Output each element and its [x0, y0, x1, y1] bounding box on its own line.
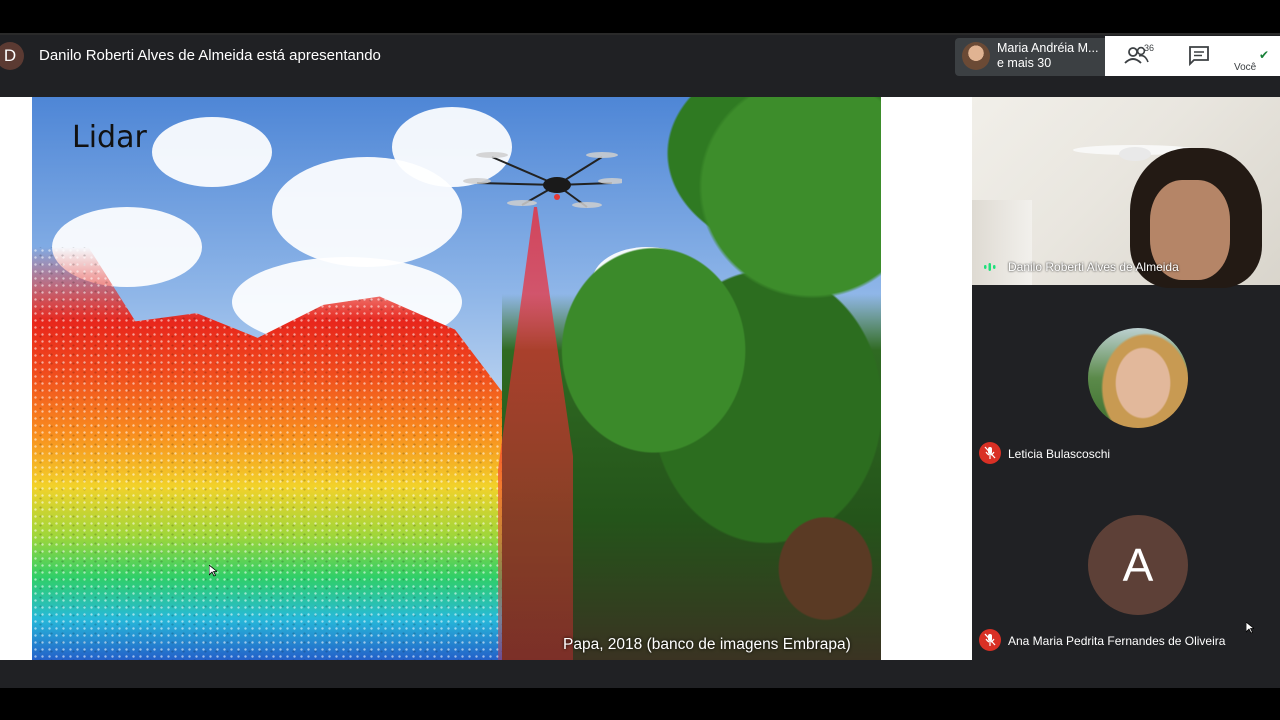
participant-name: Leticia Bulascoschi: [1008, 447, 1111, 461]
video-tile-name: Danilo Roberti Alves de Almeida: [1008, 260, 1179, 274]
participants-chip-label: Maria Andréia M... e mais 30: [997, 41, 1098, 71]
people-count: 36: [1144, 43, 1154, 53]
people-icon: 36: [1124, 43, 1154, 64]
slide-caption: Papa, 2018 (banco de imagens Embrapa): [563, 636, 851, 653]
mic-off-icon: [979, 629, 1001, 651]
participant-name: Ana Maria Pedrita Fernandes de Oliveira: [1008, 634, 1226, 648]
chat-button[interactable]: [1185, 44, 1213, 68]
participant-first-name: Maria Andréia M...: [997, 41, 1099, 55]
chat-icon: [1189, 46, 1209, 67]
presentation-slide: [32, 97, 881, 660]
bottom-black-band: [0, 688, 1280, 720]
mouse-pointer-icon: [1246, 622, 1254, 634]
checkmark-icon: ✔: [1259, 48, 1270, 62]
you-label: Você: [1234, 62, 1257, 73]
speaking-indicator-icon: [984, 263, 996, 271]
presenting-status: Danilo Roberti Alves de Almeida está apr…: [39, 47, 381, 64]
people-button[interactable]: 36: [1122, 42, 1160, 70]
participant-more-count: e mais 30: [997, 56, 1052, 70]
cloud: [152, 117, 272, 187]
top-black-band: [0, 0, 1280, 33]
slide-title: Lidar: [72, 120, 147, 155]
participant-photo-avatar: [1088, 328, 1188, 428]
drone-icon: [463, 152, 622, 208]
mouse-pointer-icon: [209, 565, 217, 577]
bottom-bar: [0, 660, 1280, 688]
participant-initial-avatar: A: [1088, 515, 1188, 615]
forest-canopy: [652, 97, 881, 397]
tree-roots: [742, 477, 881, 660]
participant-avatar: [962, 42, 990, 70]
mic-off-icon: [979, 442, 1001, 464]
